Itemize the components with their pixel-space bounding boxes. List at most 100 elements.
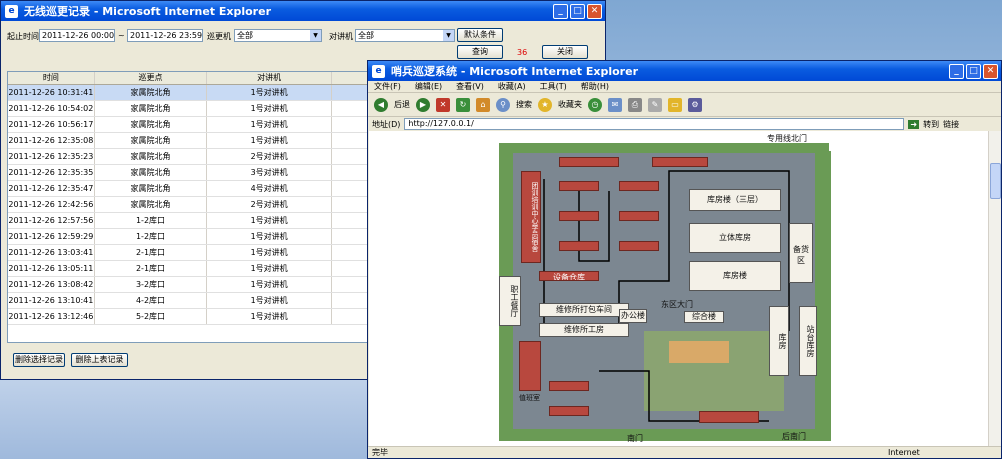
menu-edit[interactable]: 编辑(E)	[415, 81, 442, 92]
building-north-1[interactable]	[559, 157, 619, 167]
maximize-button[interactable]: □	[570, 3, 585, 19]
intercom-value: 全部	[358, 31, 374, 40]
guard-label: 值班室	[519, 394, 540, 402]
table-cell: 1-2库口	[95, 229, 208, 244]
mail-icon[interactable]: ✉	[608, 97, 622, 112]
warehouse-building[interactable]: 库房楼	[689, 261, 781, 291]
refresh-icon[interactable]: ↻	[456, 97, 470, 112]
south-tree-line	[509, 429, 829, 441]
table-cell: 4-2库口	[95, 293, 208, 308]
complex-building[interactable]: 综合楼	[684, 311, 724, 323]
reserve-area[interactable]: 备货区	[789, 223, 813, 283]
search-label[interactable]: 搜索	[516, 99, 532, 110]
table-cell: 家属院北角	[95, 181, 208, 196]
warehouse-block-4[interactable]	[619, 211, 659, 221]
warehouse-block-5[interactable]	[559, 241, 599, 251]
table-cell: 2011-12-26 12:59:29	[8, 229, 95, 244]
print-icon[interactable]: ⎙	[628, 97, 642, 112]
delete-table-button[interactable]: 删除上表记录	[71, 353, 128, 367]
minimize-button[interactable]: _	[949, 63, 964, 79]
close-button[interactable]: 关闭	[542, 45, 588, 59]
address-input[interactable]: http://127.0.0.1/	[404, 118, 905, 130]
end-time-input[interactable]: 2011-12-26 23:59:59	[127, 29, 203, 42]
table-cell: 2011-12-26 10:54:02	[8, 101, 95, 116]
warehouse-block-2[interactable]	[619, 181, 659, 191]
table-cell: 2号对讲机	[207, 197, 332, 212]
table-cell: 家属院北角	[95, 149, 208, 164]
training-center[interactable]: 团训培训中心学员宿舍	[521, 171, 541, 263]
platform-warehouse[interactable]: 站台库房	[799, 306, 817, 376]
home-icon[interactable]: ⌂	[476, 97, 490, 112]
canteen[interactable]: 职工餐厅	[499, 276, 521, 326]
delete-selected-button[interactable]: 删除选择记录	[13, 353, 65, 367]
building-north-2[interactable]	[652, 157, 708, 167]
favorites-label[interactable]: 收藏夹	[558, 99, 582, 110]
building-south-3[interactable]	[699, 411, 759, 423]
warehouse-block-1[interactable]	[559, 181, 599, 191]
stop-icon[interactable]: ✕	[436, 97, 450, 112]
equipment-store[interactable]: 设备仓库	[539, 271, 599, 281]
table-cell: 2011-12-26 10:56:17	[8, 117, 95, 132]
building-west-south[interactable]	[519, 341, 541, 391]
building-south-2[interactable]	[549, 406, 589, 416]
back-label[interactable]: 后退	[394, 99, 410, 110]
patrol-point-select[interactable]: 全部 ▼	[234, 29, 322, 42]
table-cell: 1号对讲机	[207, 293, 332, 308]
edit-icon[interactable]: ✎	[648, 97, 662, 112]
range-separator: ~	[118, 31, 125, 40]
table-cell: 2011-12-26 12:35:08	[8, 133, 95, 148]
patrol-point-value: 全部	[237, 31, 253, 40]
menu-tools[interactable]: 工具(T)	[540, 81, 567, 92]
back-south-gate-label: 后南门	[782, 432, 806, 441]
warehouse-block-3[interactable]	[559, 211, 599, 221]
office-building[interactable]: 办公楼	[619, 309, 647, 323]
ie-window-title: 哨兵巡逻系统 - Microsoft Internet Explorer	[391, 65, 638, 78]
favorites-star-icon[interactable]: ★	[538, 97, 552, 112]
table-cell: 4号对讲机	[207, 181, 332, 196]
north-tree-line	[509, 143, 829, 153]
maximize-button[interactable]: □	[966, 63, 981, 79]
links-label[interactable]: 链接	[943, 119, 959, 130]
search-icon[interactable]: ⚲	[496, 97, 510, 112]
column-header-point[interactable]: 巡更点	[95, 72, 208, 84]
default-conditions-button[interactable]: 默认条件	[457, 28, 503, 42]
query-button[interactable]: 查询	[457, 45, 503, 59]
intercom-select[interactable]: 全部 ▼	[355, 29, 455, 42]
table-cell: 3号对讲机	[207, 165, 332, 180]
column-header-intercom[interactable]: 对讲机	[207, 72, 332, 84]
table-cell: 3-2库口	[95, 277, 208, 292]
north-gate-label: 专用线北门	[767, 134, 807, 143]
stereo-warehouse[interactable]: 立体库房	[689, 223, 781, 253]
close-window-button[interactable]: ✕	[983, 63, 998, 79]
history-icon[interactable]: ◷	[588, 97, 602, 112]
vertical-scrollbar[interactable]	[988, 131, 1001, 447]
patrol-point-label: 巡更机	[207, 32, 231, 41]
column-header-time[interactable]: 时间	[8, 72, 95, 84]
warehouse-side[interactable]: 库房	[769, 306, 789, 376]
menu-help[interactable]: 帮助(H)	[581, 81, 609, 92]
packing-workshop[interactable]: 维修所打包车间	[539, 303, 629, 317]
minimize-button[interactable]: _	[553, 3, 568, 19]
south-gate-label: 南门	[627, 434, 643, 443]
go-button[interactable]: 转到	[923, 119, 939, 130]
close-window-button[interactable]: ✕	[587, 3, 602, 19]
back-arrow-icon[interactable]: ◀	[374, 97, 388, 112]
repair-shop[interactable]: 维修所工房	[539, 323, 629, 337]
folder-icon[interactable]: ▭	[668, 97, 682, 112]
menu-view[interactable]: 查看(V)	[456, 81, 484, 92]
ie-icon: e	[372, 64, 385, 78]
table-cell: 1-2库口	[95, 213, 208, 228]
menu-file[interactable]: 文件(F)	[374, 81, 401, 92]
building-south-1[interactable]	[549, 381, 589, 391]
warehouse-block-6[interactable]	[619, 241, 659, 251]
scroll-thumb[interactable]	[990, 163, 1001, 199]
ie-window-titlebar[interactable]: e 哨兵巡逻系统 - Microsoft Internet Explorer _…	[368, 61, 1001, 81]
start-time-input[interactable]: 2011-12-26 00:00:00	[39, 29, 115, 42]
messenger-icon[interactable]: ⚙	[688, 97, 702, 112]
go-arrow-icon[interactable]: ➜	[908, 119, 920, 129]
patrol-window-titlebar[interactable]: e 无线巡更记录 - Microsoft Internet Explorer _…	[1, 1, 605, 21]
table-cell: 1号对讲机	[207, 277, 332, 292]
menu-favorites[interactable]: 收藏(A)	[498, 81, 526, 92]
forward-arrow-icon[interactable]: ▶	[416, 97, 430, 112]
building-3f[interactable]: 库房楼（三层）	[689, 189, 781, 211]
